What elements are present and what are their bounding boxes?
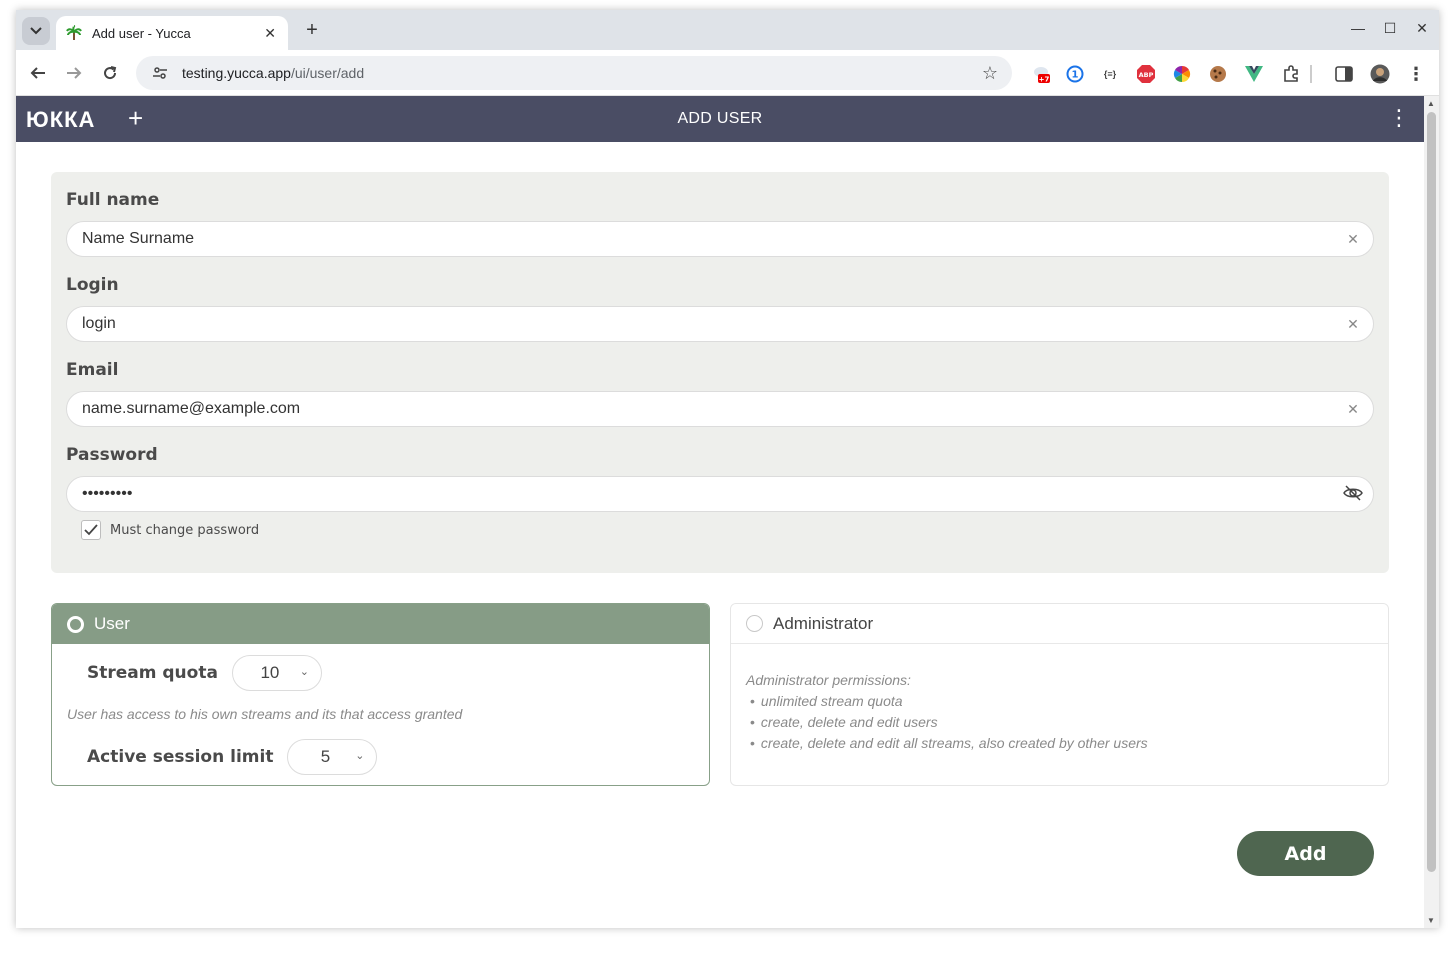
role-user-header[interactable]: User [52, 604, 709, 644]
role-user-card[interactable]: User Stream quota 10 ⌄ User has access t… [51, 603, 710, 786]
user-details-form: Full name Name Surname ✕ Login login ✕ E… [51, 172, 1389, 573]
add-button[interactable]: Add [1237, 831, 1374, 876]
palm-favicon-icon [66, 25, 82, 41]
password-field[interactable]: ••••••••• [66, 476, 1374, 512]
email-value: name.surname@example.com [82, 400, 301, 417]
admin-permissions: Administrator permissions: unlimited str… [746, 670, 1148, 754]
extension-vue-icon[interactable]: V [1244, 64, 1264, 84]
role-admin-card[interactable]: Administrator Administrator permissions:… [730, 603, 1389, 786]
side-panel-icon[interactable] [1334, 64, 1354, 84]
back-arrow-icon[interactable] [26, 61, 50, 85]
must-change-password-checkbox[interactable] [81, 520, 101, 540]
tab-close-icon[interactable]: ✕ [264, 25, 276, 42]
onepassword-glyph: 1 [1072, 70, 1079, 81]
scroll-up-icon[interactable]: ▲ [1427, 99, 1435, 108]
chevron-down-icon: ⌄ [355, 750, 365, 762]
url-text: testing.yucca.app/ui/user/add [182, 65, 364, 81]
full-name-label: Full name [66, 190, 160, 210]
tab-strip: Add user - Yucca ✕ + — ☐ ✕ [16, 10, 1439, 50]
email-label: Email [66, 360, 119, 380]
profile-avatar-icon[interactable] [1370, 64, 1390, 84]
admin-permission-item: create, delete and edit users [750, 712, 1148, 733]
must-change-password-row: Must change password [81, 520, 259, 540]
full-name-value: Name Surname [82, 230, 195, 247]
new-tab-button[interactable]: + [300, 19, 324, 43]
maximize-icon[interactable]: ☐ [1380, 20, 1400, 37]
checkmark-icon [84, 524, 98, 536]
user-role-note: User has access to his own streams and i… [67, 706, 463, 722]
browser-tab-active[interactable]: Add user - Yucca ✕ [56, 16, 288, 50]
extension-adblock-icon[interactable]: ABP [1136, 64, 1156, 84]
stream-quota-select[interactable]: 10 ⌄ [231, 655, 322, 691]
minimize-icon[interactable]: — [1348, 20, 1368, 36]
extension-color-wheel-icon[interactable] [1172, 64, 1192, 84]
login-label: Login [66, 275, 119, 295]
clear-icon[interactable]: ✕ [1333, 316, 1373, 333]
extension-weather-icon[interactable]: +7 [1032, 64, 1052, 84]
stream-quota-label: Stream quota [87, 663, 218, 683]
role-admin-header[interactable]: Administrator [731, 604, 1388, 644]
extension-cookie-icon[interactable] [1208, 64, 1228, 84]
extensions-puzzle-icon[interactable] [1281, 64, 1301, 84]
extension-badge: +7 [1039, 76, 1050, 84]
toolbar-divider [1310, 65, 1312, 83]
url-host: testing.yucca.app [182, 65, 291, 81]
full-name-field[interactable]: Name Surname ✕ [66, 221, 1374, 257]
email-field[interactable]: name.surname@example.com ✕ [66, 391, 1374, 427]
forward-arrow-icon[interactable] [62, 61, 86, 85]
page-title: ADD USER [677, 110, 763, 127]
bookmark-star-icon[interactable]: ☆ [982, 63, 998, 84]
admin-permission-item: create, delete and edit all streams, als… [750, 733, 1148, 754]
chevron-down-icon: ⌄ [299, 666, 309, 678]
role-user-label: User [94, 614, 130, 633]
admin-permission-item: unlimited stream quota [750, 691, 1148, 712]
password-label: Password [66, 445, 158, 465]
session-limit-row: Active session limit 5 ⌄ [87, 739, 378, 775]
yucca-app: ЮККА + ADD USER ⋮ Full name Name Surname… [16, 96, 1424, 928]
login-field[interactable]: login ✕ [66, 306, 1374, 342]
scroll-down-icon[interactable]: ▼ [1427, 916, 1435, 925]
app-header: ЮККА + ADD USER ⋮ [16, 96, 1424, 142]
scrollbar-thumb[interactable] [1427, 112, 1436, 872]
password-value: ••••••••• [82, 485, 133, 502]
chevron-down-icon [30, 27, 42, 35]
admin-permissions-title: Administrator permissions: [746, 672, 911, 688]
tab-title: Add user - Yucca [92, 25, 191, 41]
extension-1password-icon[interactable]: 1 [1065, 64, 1085, 84]
address-bar[interactable]: testing.yucca.app/ui/user/add ☆ [136, 56, 1012, 90]
must-change-password-label: Must change password [110, 522, 260, 538]
reload-icon[interactable] [98, 61, 122, 85]
extension-json-icon[interactable]: {≡} [1100, 64, 1120, 84]
browser-window: Add user - Yucca ✕ + — ☐ ✕ testing.yucca… [16, 10, 1439, 928]
role-admin-label: Administrator [773, 613, 874, 633]
site-settings-icon[interactable] [150, 63, 170, 83]
login-value: login [82, 315, 116, 332]
tab-search-button[interactable] [22, 17, 50, 45]
browser-toolbar: testing.yucca.app/ui/user/add ☆ +7 1 {≡}… [16, 50, 1439, 96]
role-admin-radio[interactable] [746, 615, 763, 632]
stream-quota-row: Stream quota 10 ⌄ [87, 655, 322, 691]
browser-menu-icon[interactable]: ⋮ [1406, 64, 1426, 84]
clear-icon[interactable]: ✕ [1333, 231, 1373, 248]
role-user-radio[interactable] [67, 615, 84, 633]
url-path: /ui/user/add [290, 65, 365, 81]
stream-quota-value: 10 [260, 663, 280, 682]
more-menu-icon[interactable]: ⋮ [1388, 106, 1410, 130]
session-limit-select[interactable]: 5 ⌄ [287, 739, 378, 775]
adblock-glyph: ABP [1139, 71, 1154, 79]
clear-icon[interactable]: ✕ [1333, 401, 1373, 418]
session-limit-label: Active session limit [87, 747, 274, 767]
eye-slash-icon[interactable] [1333, 484, 1373, 504]
session-limit-value: 5 [320, 747, 331, 766]
window-close-icon[interactable]: ✕ [1412, 20, 1432, 37]
page-scrollbar[interactable]: ▲ ▼ [1424, 96, 1439, 928]
